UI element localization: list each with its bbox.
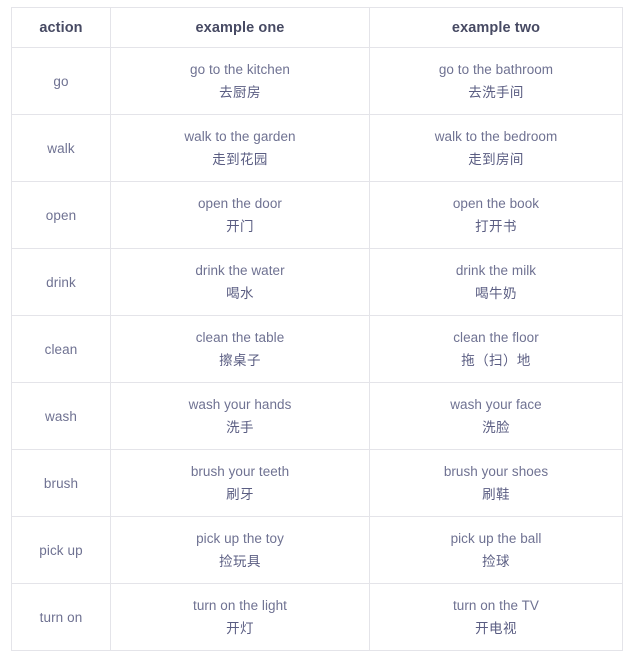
action-cell: brush [11,449,111,517]
example-stack: pick up the ball 捡球 [370,531,622,569]
table-row: clean clean the table 擦桌子 clean the floo… [11,315,623,383]
example-english: clean the table [195,329,285,345]
action-cell: pick up [11,516,111,584]
example-english: wash your hands [188,396,292,412]
example-stack: turn on the TV 开电视 [370,598,622,636]
example-stack: walk to the bedroom 走到房间 [370,129,622,167]
example-chinese: 开门 [226,218,254,234]
action-cell: clean [11,315,111,383]
example-english: turn on the TV [452,597,539,613]
table-header-row: action example one example two [11,7,623,48]
example-english: wash your face [450,396,542,412]
example-english: open the door [198,195,282,211]
example-english: drink the water [195,262,285,278]
example-one-cell: brush your teeth 刷牙 [110,449,370,517]
table-row: open open the door 开门 open the book 打开书 [11,181,623,249]
example-stack: clean the table 擦桌子 [111,330,369,368]
example-stack: wash your face 洗脸 [370,397,622,435]
example-stack: open the door 开门 [111,196,369,234]
example-english: open the book [452,195,540,211]
example-stack: walk to the garden 走到花园 [111,129,369,167]
example-chinese: 捡玩具 [219,553,261,569]
example-chinese: 喝牛奶 [475,285,517,301]
example-one-cell: drink the water 喝水 [110,248,370,316]
example-english: pick up the toy [196,530,284,546]
example-chinese: 捡球 [482,553,510,569]
example-chinese: 开电视 [475,620,517,636]
example-stack: brush your shoes 刷鞋 [370,464,622,502]
example-chinese: 洗脸 [482,419,510,435]
example-two-cell: go to the bathroom 去洗手间 [369,47,623,115]
action-cell: drink [11,248,111,316]
example-english: pick up the ball [450,530,542,546]
example-chinese: 刷鞋 [482,486,510,502]
table-row: brush brush your teeth 刷牙 brush your sho… [11,449,623,517]
example-one-cell: walk to the garden 走到花园 [110,114,370,182]
example-english: turn on the light [193,597,287,613]
example-stack: wash your hands 洗手 [111,397,369,435]
example-stack: pick up the toy 捡玩具 [111,531,369,569]
example-stack: turn on the light 开灯 [111,598,369,636]
example-two-cell: pick up the ball 捡球 [369,516,623,584]
example-one-cell: clean the table 擦桌子 [110,315,370,383]
action-cell: wash [11,382,111,450]
example-one-cell: wash your hands 洗手 [110,382,370,450]
example-english: walk to the bedroom [434,128,558,144]
table-row: go go to the kitchen 去厨房 go to the bathr… [11,47,623,115]
table-row: drink drink the water 喝水 drink the milk … [11,248,623,316]
example-chinese: 喝水 [226,285,254,301]
example-chinese: 去厨房 [219,84,261,100]
example-chinese: 擦桌子 [219,352,261,368]
example-two-cell: brush your shoes 刷鞋 [369,449,623,517]
example-stack: clean the floor 拖（扫）地 [370,330,622,368]
example-chinese: 打开书 [475,218,517,234]
example-english: brush your shoes [443,463,549,479]
table-row: walk walk to the garden 走到花园 walk to the… [11,114,623,182]
example-chinese: 刷牙 [226,486,254,502]
example-english: walk to the garden [184,128,296,144]
example-one-cell: go to the kitchen 去厨房 [110,47,370,115]
example-stack: go to the kitchen 去厨房 [111,62,369,100]
example-english: clean the floor [453,329,539,345]
example-chinese: 开灯 [226,620,254,636]
example-one-cell: turn on the light 开灯 [110,583,370,651]
action-cell: go [11,47,111,115]
table-page: action example one example two go go to … [0,0,634,660]
example-chinese: 去洗手间 [468,84,524,100]
example-english: drink the milk [455,262,537,278]
example-stack: go to the bathroom 去洗手间 [370,62,622,100]
column-header-action: action [11,7,111,48]
example-english: go to the bathroom [438,61,554,77]
example-stack: drink the milk 喝牛奶 [370,263,622,301]
table-row: pick up pick up the toy 捡玩具 pick up the … [11,516,623,584]
table-row: turn on turn on the light 开灯 turn on the… [11,583,623,651]
example-english: go to the kitchen [190,61,290,77]
example-two-cell: clean the floor 拖（扫）地 [369,315,623,383]
example-two-cell: turn on the TV 开电视 [369,583,623,651]
example-two-cell: open the book 打开书 [369,181,623,249]
table-body: go go to the kitchen 去厨房 go to the bathr… [11,47,623,651]
table-header: action example one example two [11,7,623,48]
example-stack: drink the water 喝水 [111,263,369,301]
example-chinese: 走到房间 [468,151,524,167]
example-two-cell: drink the milk 喝牛奶 [369,248,623,316]
example-chinese: 走到花园 [212,151,268,167]
action-examples-table: action example one example two go go to … [11,7,623,651]
example-stack: open the book 打开书 [370,196,622,234]
table-row: wash wash your hands 洗手 wash your face 洗… [11,382,623,450]
column-header-example-one: example one [110,7,370,48]
column-header-example-two: example two [369,7,623,48]
example-chinese: 拖（扫）地 [461,352,531,368]
example-english: brush your teeth [190,463,290,479]
example-two-cell: wash your face 洗脸 [369,382,623,450]
example-one-cell: open the door 开门 [110,181,370,249]
action-cell: turn on [11,583,111,651]
action-cell: open [11,181,111,249]
example-two-cell: walk to the bedroom 走到房间 [369,114,623,182]
example-stack: brush your teeth 刷牙 [111,464,369,502]
example-chinese: 洗手 [226,419,254,435]
example-one-cell: pick up the toy 捡玩具 [110,516,370,584]
action-cell: walk [11,114,111,182]
